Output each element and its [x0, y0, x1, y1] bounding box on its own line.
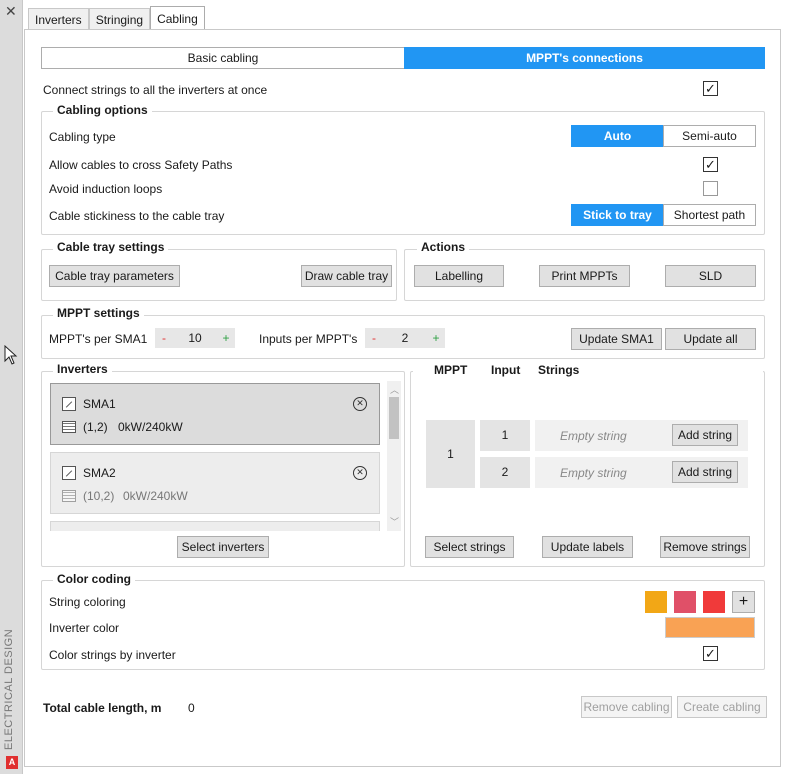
scroll-down-icon[interactable]: ﹀ [390, 515, 399, 528]
add-string-button[interactable]: Add string [672, 424, 738, 446]
mppt-connections-toggle[interactable]: MPPT's connections [404, 47, 765, 69]
panel-grid-icon [62, 421, 76, 433]
mppt-table-header: MPPT Input Strings [413, 362, 763, 380]
add-string-button[interactable]: Add string [672, 461, 738, 483]
left-sidebar-strip: ✕ ELECTRICAL DESIGN A [0, 0, 23, 774]
inputs-per-value: 2 [401, 331, 409, 345]
draw-cable-tray-button[interactable]: Draw cable tray [301, 265, 392, 287]
close-icon[interactable]: ✕ [5, 3, 17, 20]
decrement-button[interactable]: - [365, 331, 383, 345]
select-inverters-button[interactable]: Select inverters [177, 536, 269, 558]
cabling-type-semi-auto[interactable]: Semi-auto [663, 125, 756, 147]
inverter-icon [62, 397, 76, 411]
inverter-card-sma1[interactable]: SMA1 ✕ (1,2) 0kW/240kW [50, 383, 380, 445]
input-header: Input [491, 363, 521, 377]
string-coloring-label: String coloring [49, 595, 126, 609]
color-swatch-red[interactable] [703, 591, 725, 613]
decrement-button[interactable]: - [155, 331, 173, 345]
increment-button[interactable]: + [217, 331, 235, 345]
allow-cross-checkbox[interactable]: ✓ [703, 157, 718, 172]
color-swatch-orange[interactable] [645, 591, 667, 613]
cabling-type-label: Cabling type [49, 130, 116, 144]
update-labels-button[interactable]: Update labels [542, 536, 633, 558]
input-cell: 2 [480, 457, 530, 488]
connect-all-checkbox[interactable]: ✓ [703, 81, 718, 96]
color-by-inverter-label: Color strings by inverter [49, 648, 176, 662]
inputs-per-label: Inputs per MPPT's [259, 332, 358, 346]
mppt-per-value: 10 [188, 331, 202, 345]
empty-string-label: Empty string [560, 466, 627, 480]
inverter-power: 0kW/240kW [123, 489, 188, 503]
mppt-per-stepper[interactable]: - 10 + [155, 328, 235, 348]
color-by-inverter-checkbox[interactable]: ✓ [703, 646, 718, 661]
increment-button[interactable]: + [427, 331, 445, 345]
panel-title-vertical: ELECTRICAL DESIGN [3, 628, 15, 750]
inverter-coords: (10,2) [83, 489, 115, 503]
input-cell: 1 [480, 420, 530, 451]
inverter-name: SMA1 [83, 397, 116, 411]
inverter-coords: (1,2) [83, 420, 108, 434]
cabling-options-title: Cabling options [53, 103, 152, 117]
mouse-cursor-icon [4, 345, 18, 365]
inputs-per-stepper[interactable]: - 2 + [365, 328, 445, 348]
select-strings-button[interactable]: Select strings [425, 536, 514, 558]
total-cable-length-value: 0 [188, 701, 195, 715]
inverter-list-scrollbar[interactable]: ︿ ﹀ [387, 381, 401, 531]
update-all-button[interactable]: Update all [665, 328, 756, 350]
app-logo: A [6, 756, 18, 769]
inverter-power: 0kW/240kW [118, 420, 183, 434]
cable-tray-title: Cable tray settings [53, 240, 169, 254]
tab-inverters[interactable]: Inverters [28, 8, 89, 31]
scroll-up-icon[interactable]: ︿ [390, 383, 399, 396]
sld-button[interactable]: SLD [665, 265, 756, 287]
remove-inverter-icon[interactable]: ✕ [353, 466, 367, 480]
color-swatch-pink[interactable] [674, 591, 696, 613]
inverter-card-partial[interactable] [50, 521, 380, 531]
mppt-per-label: MPPT's per SMA1 [49, 332, 148, 346]
avoid-loops-checkbox[interactable] [703, 181, 718, 196]
mppt-settings-title: MPPT settings [53, 306, 144, 320]
avoid-loops-label: Avoid induction loops [49, 182, 163, 196]
actions-title: Actions [417, 240, 470, 254]
panel-grid-icon [62, 490, 76, 502]
create-cabling-button[interactable]: Create cabling [677, 696, 767, 718]
basic-cabling-toggle[interactable]: Basic cabling [41, 47, 405, 69]
total-cable-length-label: Total cable length, m [43, 701, 162, 715]
add-color-button[interactable]: + [732, 591, 755, 613]
cabling-type-auto[interactable]: Auto [571, 125, 664, 147]
empty-string-label: Empty string [560, 429, 627, 443]
allow-cross-label: Allow cables to cross Safety Paths [49, 158, 233, 172]
inverter-card-sma2[interactable]: SMA2 ✕ (10,2) 0kW/240kW [50, 452, 380, 514]
color-coding-title: Color coding [53, 572, 135, 586]
remove-strings-button[interactable]: Remove strings [660, 536, 750, 558]
stickiness-shortest-path[interactable]: Shortest path [663, 204, 756, 226]
remove-cabling-button[interactable]: Remove cabling [581, 696, 672, 718]
stickiness-stick-to-tray[interactable]: Stick to tray [571, 204, 664, 226]
cabling-panel: Basic cabling MPPT's connections Connect… [24, 29, 781, 767]
strings-header: Strings [538, 363, 580, 377]
inverter-list: SMA1 ✕ (1,2) 0kW/240kW SMA2 ✕ (10,2) 0kW… [41, 381, 389, 531]
mppt-header: MPPT [434, 363, 468, 377]
stickiness-label: Cable stickiness to the cable tray [49, 209, 225, 223]
inverter-color-label: Inverter color [49, 621, 120, 635]
print-mppts-button[interactable]: Print MPPTs [539, 265, 630, 287]
connect-all-label: Connect strings to all the inverters at … [43, 83, 268, 97]
cable-tray-parameters-button[interactable]: Cable tray parameters [49, 265, 180, 287]
mppt-number-cell: 1 [426, 420, 475, 488]
tab-stringing[interactable]: Stringing [88, 8, 151, 31]
inverters-title: Inverters [53, 362, 112, 376]
inverter-name: SMA2 [83, 466, 116, 480]
inverter-icon [62, 466, 76, 480]
tab-bar: Inverters Stringing Cabling [28, 6, 205, 32]
scrollbar-thumb[interactable] [389, 397, 399, 439]
remove-inverter-icon[interactable]: ✕ [353, 397, 367, 411]
inverter-color-picker[interactable] [665, 617, 755, 638]
labelling-button[interactable]: Labelling [414, 265, 504, 287]
update-sma1-button[interactable]: Update SMA1 [571, 328, 662, 350]
